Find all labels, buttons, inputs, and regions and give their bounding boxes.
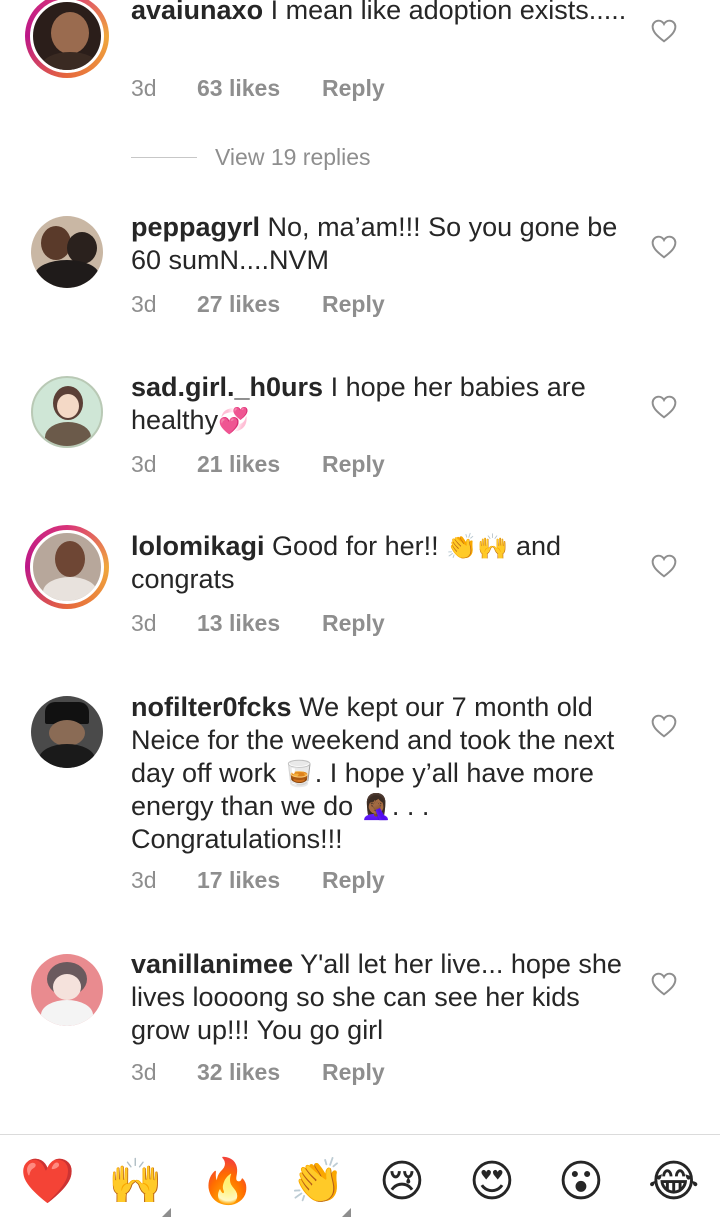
- raising-hands-icon[interactable]: 🙌: [108, 1157, 163, 1207]
- comment-time: 3d: [131, 866, 157, 893]
- avatar-wrap[interactable]: [25, 210, 109, 294]
- comment-likes[interactable]: 32 likes: [197, 1059, 322, 1086]
- comment-text: lolomikagi Good for her!! 👏🙌 and congrat…: [131, 530, 631, 596]
- avatar-wrap[interactable]: [25, 370, 109, 454]
- comment-time: 3d: [131, 450, 157, 477]
- comment-meta: 3d 13 likes Reply: [131, 608, 385, 638]
- comment-text: nofilter0fcks We kept our 7 month old Ne…: [131, 691, 631, 856]
- comment-body: Good for her!!: [272, 531, 439, 561]
- avatar-story-ring[interactable]: [25, 0, 109, 78]
- comment-likes[interactable]: 17 likes: [197, 867, 322, 894]
- reaction-emoji-bar: ❤️ 🙌 🔥 👏 😢 😍 😮 😂: [0, 1134, 720, 1228]
- red-heart-icon[interactable]: ❤️: [20, 1157, 75, 1207]
- reply-button[interactable]: Reply: [322, 75, 385, 102]
- clapping-hands-icon[interactable]: 👏: [290, 1157, 345, 1207]
- comment-text: peppagyrl No, ma’am!!! So you gone be 60…: [131, 211, 631, 277]
- comment-meta: 3d 32 likes Reply: [131, 1057, 385, 1087]
- like-heart-icon[interactable]: [651, 554, 677, 578]
- like-heart-icon[interactable]: [651, 395, 677, 419]
- view-replies-button[interactable]: View 19 replies: [131, 142, 371, 172]
- like-heart-icon[interactable]: [651, 972, 677, 996]
- skin-tone-indicator-icon[interactable]: [162, 1208, 171, 1217]
- reply-button[interactable]: Reply: [322, 291, 385, 318]
- crying-face-icon[interactable]: 😢: [379, 1157, 425, 1207]
- comment-time: 3d: [131, 290, 157, 317]
- avatar-wrap[interactable]: [25, 948, 109, 1032]
- avatar: [30, 0, 104, 73]
- avatar: [31, 376, 103, 448]
- comment-text: avaiunaxo I mean like adoption exists...…: [131, 0, 631, 27]
- comment-username[interactable]: avaiunaxo: [131, 0, 263, 25]
- comment-time: 3d: [131, 74, 157, 101]
- avatar-story-ring[interactable]: [25, 525, 109, 609]
- avatar: [31, 954, 103, 1026]
- astonished-face-icon[interactable]: 😮: [558, 1157, 604, 1207]
- emoji-tumbler-glass: 🥃: [283, 759, 315, 788]
- avatar-wrap[interactable]: [25, 690, 109, 774]
- comment-likes[interactable]: 21 likes: [197, 451, 322, 478]
- reply-button[interactable]: Reply: [322, 451, 385, 478]
- view-replies-label: View 19 replies: [215, 143, 371, 170]
- reply-button[interactable]: Reply: [322, 867, 385, 894]
- fire-icon[interactable]: 🔥: [200, 1157, 255, 1207]
- emoji-two-hearts: 💞: [218, 406, 250, 435]
- comment-username[interactable]: nofilter0fcks: [131, 692, 292, 722]
- avatar: [30, 530, 104, 604]
- comment-username[interactable]: sad.girl._h0urs: [131, 372, 323, 402]
- reply-button[interactable]: Reply: [322, 1059, 385, 1086]
- comment-username[interactable]: peppagyrl: [131, 212, 260, 242]
- comment-likes[interactable]: 27 likes: [197, 291, 322, 318]
- comment-meta: 3d 27 likes Reply: [131, 289, 385, 319]
- view-replies-line: [131, 156, 197, 158]
- avatar: [31, 696, 103, 768]
- comment-time: 3d: [131, 609, 157, 636]
- like-heart-icon[interactable]: [651, 19, 677, 43]
- comment-text: vanillanimee Y'all let her live... hope …: [131, 948, 631, 1047]
- comment-username[interactable]: lolomikagi: [131, 531, 265, 561]
- like-heart-icon[interactable]: [651, 714, 677, 738]
- comment-meta: 3d 17 likes Reply: [131, 865, 385, 895]
- comment-body: I mean like adoption exists.....: [270, 0, 627, 25]
- like-heart-icon[interactable]: [651, 235, 677, 259]
- comment-text: sad.girl._h0urs I hope her babies are he…: [131, 371, 631, 437]
- comment-time: 3d: [131, 1058, 157, 1085]
- emoji-facepalm: 🤦🏾‍♀️: [360, 792, 392, 821]
- comment-meta: 3d 63 likes Reply: [131, 73, 385, 103]
- comment-meta: 3d 21 likes Reply: [131, 449, 385, 479]
- skin-tone-indicator-icon[interactable]: [342, 1208, 351, 1217]
- heart-eyes-icon[interactable]: 😍: [469, 1157, 515, 1207]
- emoji-clap-raise: 👏🙌: [446, 532, 509, 561]
- comment-likes[interactable]: 63 likes: [197, 75, 322, 102]
- reply-button[interactable]: Reply: [322, 610, 385, 637]
- tears-of-joy-icon[interactable]: 😂: [648, 1157, 699, 1207]
- comment-likes[interactable]: 13 likes: [197, 610, 322, 637]
- avatar: [31, 216, 103, 288]
- comment-username[interactable]: vanillanimee: [131, 949, 293, 979]
